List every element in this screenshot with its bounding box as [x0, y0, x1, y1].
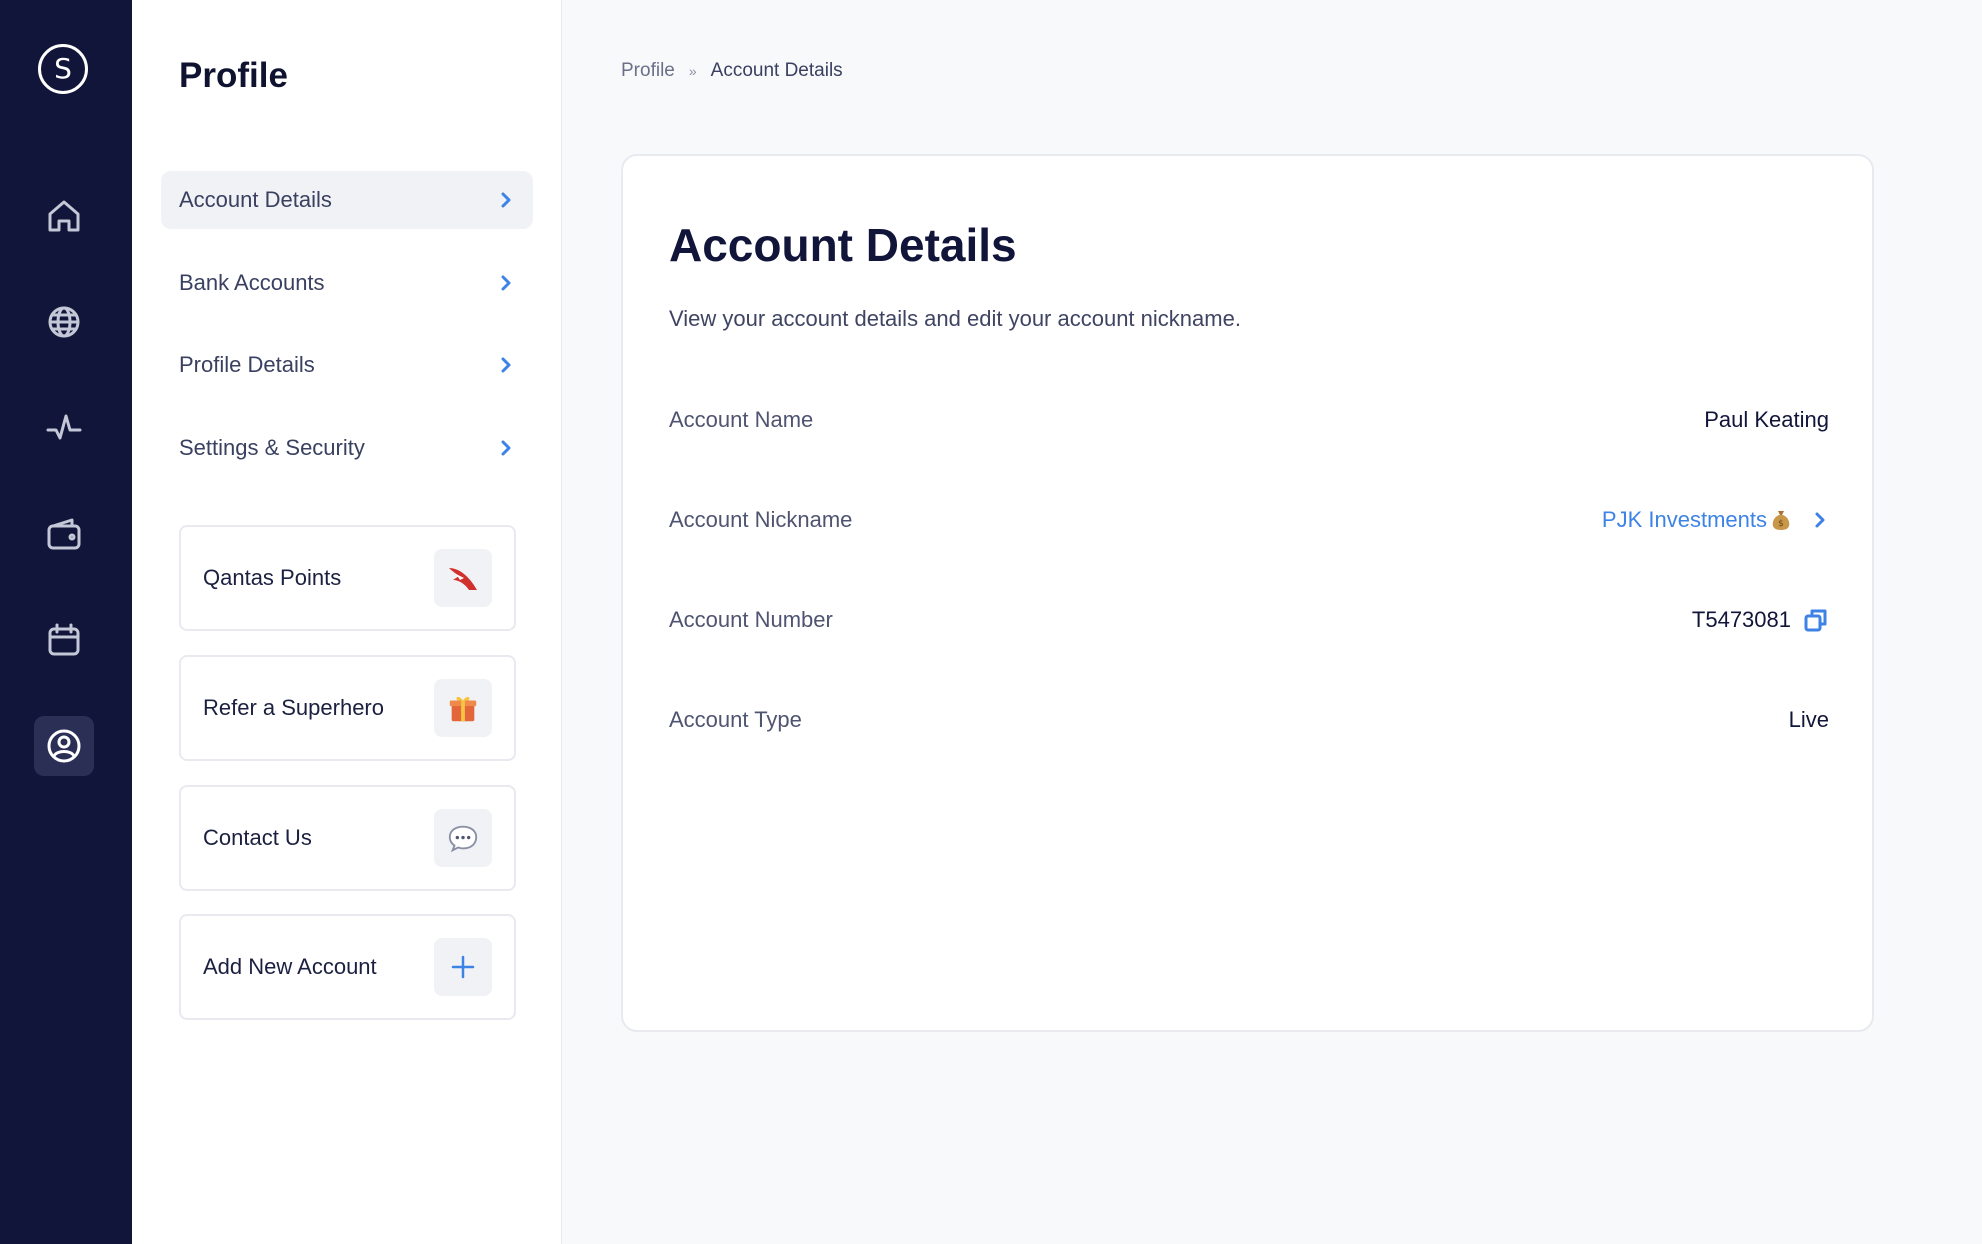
account-details-card: Account Details View your account detail… [621, 154, 1874, 1032]
chevron-right-icon [501, 192, 511, 208]
breadcrumb-separator: » [688, 63, 697, 79]
row-label: Account Name [669, 407, 814, 432]
menu-item-label: Bank Accounts [179, 270, 325, 295]
menu-item-label: Settings & Security [179, 435, 365, 460]
gift-icon [434, 679, 492, 737]
breadcrumb: Profile » Account Details [621, 60, 843, 82]
row-account-number: Account Number T5473081 [669, 600, 1829, 640]
chat-bubble-icon [434, 809, 492, 867]
card-qantas-points[interactable]: Qantas Points [179, 525, 516, 631]
row-account-name: Account Name Paul Keating [669, 400, 1829, 440]
page-title: Account Details [669, 219, 1017, 271]
profile-icon [47, 729, 81, 763]
menu-item-bank-accounts[interactable]: Bank Accounts [161, 254, 533, 312]
rail-home[interactable] [34, 186, 94, 246]
card-label: Contact Us [203, 825, 312, 850]
page-description: View your account details and edit your … [669, 306, 1241, 331]
chevron-right-icon [1815, 512, 1825, 528]
card-refer-superhero[interactable]: Refer a Superhero [179, 655, 516, 761]
breadcrumb-parent[interactable]: Profile [621, 60, 675, 82]
rail-calendar[interactable] [34, 610, 94, 670]
money-bag-icon: $ [1772, 511, 1790, 530]
activity-icon [46, 414, 82, 440]
profile-panel: Profile Account Details Bank Accounts Pr… [132, 0, 562, 1244]
menu-item-label: Profile Details [179, 352, 315, 377]
chevron-right-icon [501, 275, 511, 291]
menu-item-label: Account Details [179, 187, 332, 212]
copy-icon[interactable] [1803, 607, 1829, 633]
menu-item-account-details[interactable]: Account Details [161, 171, 533, 229]
account-number-value: T5473081 [1691, 607, 1791, 632]
card-label: Add New Account [203, 954, 377, 979]
calendar-icon [48, 623, 80, 656]
card-contact-us[interactable]: Contact Us [179, 785, 516, 891]
card-add-new-account[interactable]: Add New Account [179, 914, 516, 1020]
rail-markets[interactable] [34, 292, 94, 352]
row-label: Account Type [669, 707, 802, 732]
qantas-logo-icon [434, 549, 492, 607]
superhero-logo-icon[interactable]: S [38, 44, 88, 94]
account-number: T5473081 [1692, 607, 1829, 633]
account-nickname-value: PJK Investments [1601, 507, 1767, 532]
chevron-right-icon [501, 357, 511, 373]
wallet-icon [47, 518, 81, 550]
globe-icon [48, 306, 80, 338]
chevron-right-icon [501, 440, 511, 456]
menu-item-profile-details[interactable]: Profile Details [161, 336, 533, 394]
rail-wallet[interactable] [34, 504, 94, 564]
account-nickname-link[interactable]: PJK Investments $ [1602, 507, 1829, 533]
row-account-type: Account Type Live [669, 700, 1829, 740]
icon-rail: S [0, 0, 132, 1244]
breadcrumb-current: Account Details [710, 60, 843, 81]
row-account-nickname: Account Nickname PJK Investments $ [669, 500, 1829, 540]
plus-icon [434, 938, 492, 996]
menu-item-settings-security[interactable]: Settings & Security [161, 419, 533, 477]
card-label: Qantas Points [203, 565, 342, 590]
row-label: Account Nickname [669, 507, 853, 532]
card-label: Refer a Superhero [203, 695, 384, 720]
svg-text:$: $ [1778, 519, 1784, 529]
panel-title: Profile [179, 56, 288, 95]
app: S Profile Account Details Bank Accounts [0, 0, 1982, 1244]
rail-profile[interactable] [34, 716, 94, 776]
rail-activity[interactable] [34, 398, 94, 458]
row-label: Account Number [669, 607, 833, 632]
account-name-value: Paul Keating [1704, 407, 1829, 432]
account-type-value: Live [1788, 707, 1829, 732]
home-icon [48, 200, 80, 232]
